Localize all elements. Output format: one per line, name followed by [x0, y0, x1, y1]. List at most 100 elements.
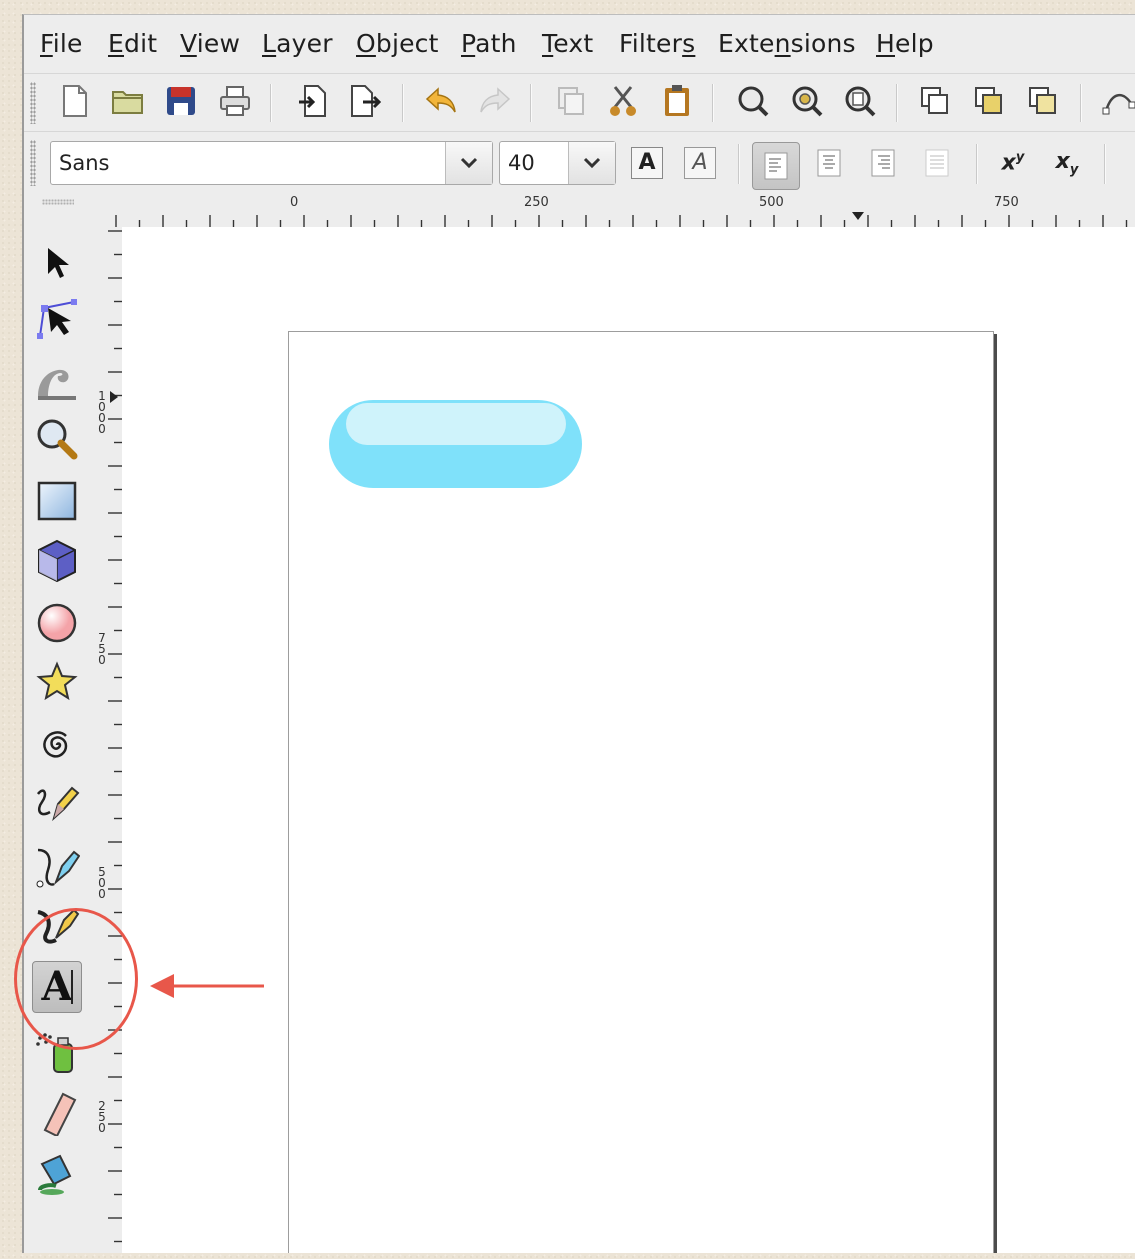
ungroup-icon[interactable]: [1022, 80, 1064, 122]
separator: [402, 84, 404, 122]
undo-icon[interactable]: [420, 80, 462, 122]
separator: [1080, 84, 1082, 122]
paste-icon[interactable]: [656, 80, 698, 122]
node-editor-icon[interactable]: [1098, 80, 1135, 122]
button-highlight-shape: [346, 403, 566, 445]
chevron-down-icon: [583, 157, 601, 169]
ruler-grip: [42, 199, 74, 205]
menubar: File Edit View Layer Object Path Text Fi…: [24, 15, 1135, 73]
ellipse-tool-icon[interactable]: [32, 597, 82, 649]
new-document-icon[interactable]: [54, 80, 96, 122]
horizontal-ruler[interactable]: 0 250 500 750: [114, 193, 1135, 227]
pencil-tool-icon[interactable]: [32, 779, 82, 831]
font-family-combo[interactable]: Sans: [50, 141, 493, 185]
annotation-circle: [14, 908, 138, 1050]
cursor-position-marker-icon: [852, 212, 864, 220]
eraser-tool-icon[interactable]: [32, 1087, 82, 1139]
separator: [530, 84, 532, 122]
align-center-icon: [817, 149, 841, 177]
vertical-ruler[interactable]: 1000 750 500 250: [94, 227, 122, 1253]
inkscape-window: File Edit View Layer Object Path Text Fi…: [22, 14, 1135, 1253]
cursor-position-marker-icon: [110, 391, 118, 403]
align-right-button[interactable]: [862, 142, 904, 184]
toolbox: A: [24, 227, 94, 1253]
rectangle-tool-icon[interactable]: [32, 475, 82, 527]
subscript-icon: xy: [1055, 148, 1079, 178]
save-icon[interactable]: [160, 80, 202, 122]
open-folder-icon[interactable]: [107, 80, 149, 122]
align-right-icon: [871, 149, 895, 177]
menu-text[interactable]: Text: [542, 29, 593, 59]
zoom-drawing-icon[interactable]: [786, 80, 828, 122]
text-toolbar: Sans 40 A A xy xy: [24, 131, 1135, 194]
align-center-button[interactable]: [808, 142, 850, 184]
print-icon[interactable]: [214, 80, 256, 122]
v-ruler-label-1000: 1000: [98, 389, 106, 436]
bold-button[interactable]: A: [626, 142, 668, 184]
font-size-combo[interactable]: 40: [499, 141, 616, 185]
group-icon[interactable]: [968, 80, 1010, 122]
separator: [738, 144, 740, 184]
h-ruler-label-0: 0: [290, 195, 299, 210]
h-ruler-label-750: 750: [994, 195, 1019, 210]
v-ruler-label-750: 750: [98, 631, 106, 667]
justify-button[interactable]: [916, 142, 958, 184]
menu-path[interactable]: Path: [461, 29, 517, 59]
duplicate-icon[interactable]: [550, 80, 592, 122]
h-ruler-label-500: 500: [759, 195, 784, 210]
subscript-button[interactable]: xy: [1046, 142, 1088, 184]
zoom-page-icon[interactable]: [839, 80, 881, 122]
font-size-value: 40: [508, 151, 535, 175]
separator: [976, 144, 978, 184]
export-icon[interactable]: [344, 80, 386, 122]
chevron-down-icon: [460, 157, 478, 169]
italic-button[interactable]: A: [679, 142, 721, 184]
menu-object[interactable]: Object: [356, 29, 439, 59]
separator: [712, 84, 714, 122]
v-ruler-label-500: 500: [98, 865, 106, 901]
align-left-icon: [764, 152, 788, 180]
pen-tool-icon[interactable]: [32, 841, 82, 893]
drawing-canvas[interactable]: [122, 227, 1135, 1253]
horizontal-ruler-ticks: [115, 215, 1128, 227]
cut-icon[interactable]: [602, 80, 644, 122]
zoom-tool-icon[interactable]: [32, 413, 82, 465]
separator: [270, 84, 272, 122]
menu-file[interactable]: File: [40, 29, 83, 59]
separator: [896, 84, 898, 122]
bold-icon: A: [631, 147, 663, 179]
v-ruler-label-250: 250: [98, 1099, 106, 1135]
tweak-tool-icon[interactable]: [32, 353, 82, 405]
rounded-button-shape[interactable]: [329, 400, 582, 488]
h-ruler-label-250: 250: [524, 195, 549, 210]
annotation-arrow-icon: [150, 974, 264, 998]
paste-in-place-icon[interactable]: [914, 80, 956, 122]
toolbar-grip[interactable]: [30, 82, 36, 124]
node-tool-icon[interactable]: [32, 293, 82, 345]
spiral-tool-icon[interactable]: [32, 719, 82, 771]
separator: [1104, 144, 1106, 184]
import-icon[interactable]: [292, 80, 334, 122]
selector-tool-icon[interactable]: [32, 237, 82, 289]
menu-layer[interactable]: Layer: [262, 29, 333, 59]
menu-edit[interactable]: Edit: [108, 29, 157, 59]
font-family-value: Sans: [59, 151, 110, 175]
superscript-button[interactable]: xy: [992, 142, 1034, 184]
font-size-dropdown-button[interactable]: [568, 142, 615, 184]
italic-icon: A: [684, 147, 716, 179]
ruler-corner: [24, 193, 114, 227]
3d-box-tool-icon[interactable]: [32, 535, 82, 587]
menu-extensions[interactable]: Extensions: [718, 29, 856, 59]
star-tool-icon[interactable]: [32, 657, 82, 709]
align-left-button[interactable]: [752, 142, 800, 190]
font-family-dropdown-button[interactable]: [445, 142, 492, 184]
menu-view[interactable]: View: [180, 29, 240, 59]
superscript-icon: xy: [1001, 150, 1025, 176]
toolbar-grip[interactable]: [30, 140, 36, 186]
menu-help[interactable]: Help: [876, 29, 934, 59]
zoom-selection-icon[interactable]: [732, 80, 774, 122]
menu-filters[interactable]: Filters: [619, 29, 695, 59]
paint-bucket-tool-icon[interactable]: [32, 1147, 82, 1199]
page-boundary: [288, 331, 994, 1253]
redo-icon[interactable]: [474, 80, 516, 122]
